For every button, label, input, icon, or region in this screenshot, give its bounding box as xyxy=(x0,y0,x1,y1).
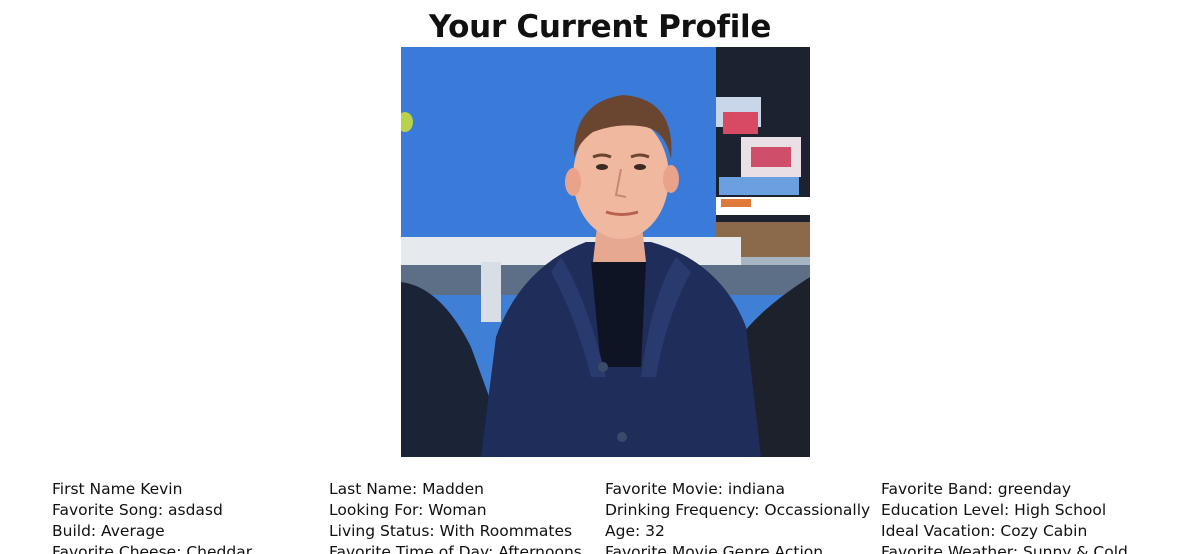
detail-last-name: Last Name: Madden xyxy=(329,480,484,498)
detail-education-level: Education Level: High School xyxy=(881,501,1107,519)
details-column-2: Last Name: Madden Looking For: Woman Liv… xyxy=(329,479,599,554)
detail-favorite-cheese: Favorite Cheese: Cheddar xyxy=(52,543,253,554)
detail-ideal-vacation: Ideal Vacation: Cozy Cabin xyxy=(881,522,1088,540)
profile-page: Your Current Profile First Name Kevin Fa… xyxy=(0,0,1200,554)
detail-drinking-frequency: Drinking Frequency: Occassionally xyxy=(605,501,871,519)
detail-favorite-band: Favorite Band: greenday xyxy=(881,480,1072,498)
detail-favorite-weather: Favorite Weather: Sunny & Cold xyxy=(881,543,1128,554)
details-column-1: First Name Kevin Favorite Song: asdasd B… xyxy=(52,479,322,554)
detail-favorite-song: Favorite Song: asdasd xyxy=(52,501,223,519)
detail-favorite-time-of-day: Favorite Time of Day: Afternoons xyxy=(329,543,582,554)
profile-photo xyxy=(401,47,810,457)
detail-favorite-movie: Favorite Movie: indiana xyxy=(605,480,785,498)
detail-first-name: First Name Kevin xyxy=(52,480,183,498)
page-title: Your Current Profile xyxy=(428,9,772,45)
details-column-3: Favorite Movie: indiana Drinking Frequen… xyxy=(605,479,875,554)
details-column-4: Favorite Band: greenday Education Level:… xyxy=(881,479,1151,554)
detail-living-status: Living Status: With Roommates xyxy=(329,522,573,540)
detail-build: Build: Average xyxy=(52,522,165,540)
detail-favorite-movie-genre: Favorite Movie Genre Action xyxy=(605,543,824,554)
detail-looking-for: Looking For: Woman xyxy=(329,501,487,519)
detail-age: Age: 32 xyxy=(605,522,665,540)
